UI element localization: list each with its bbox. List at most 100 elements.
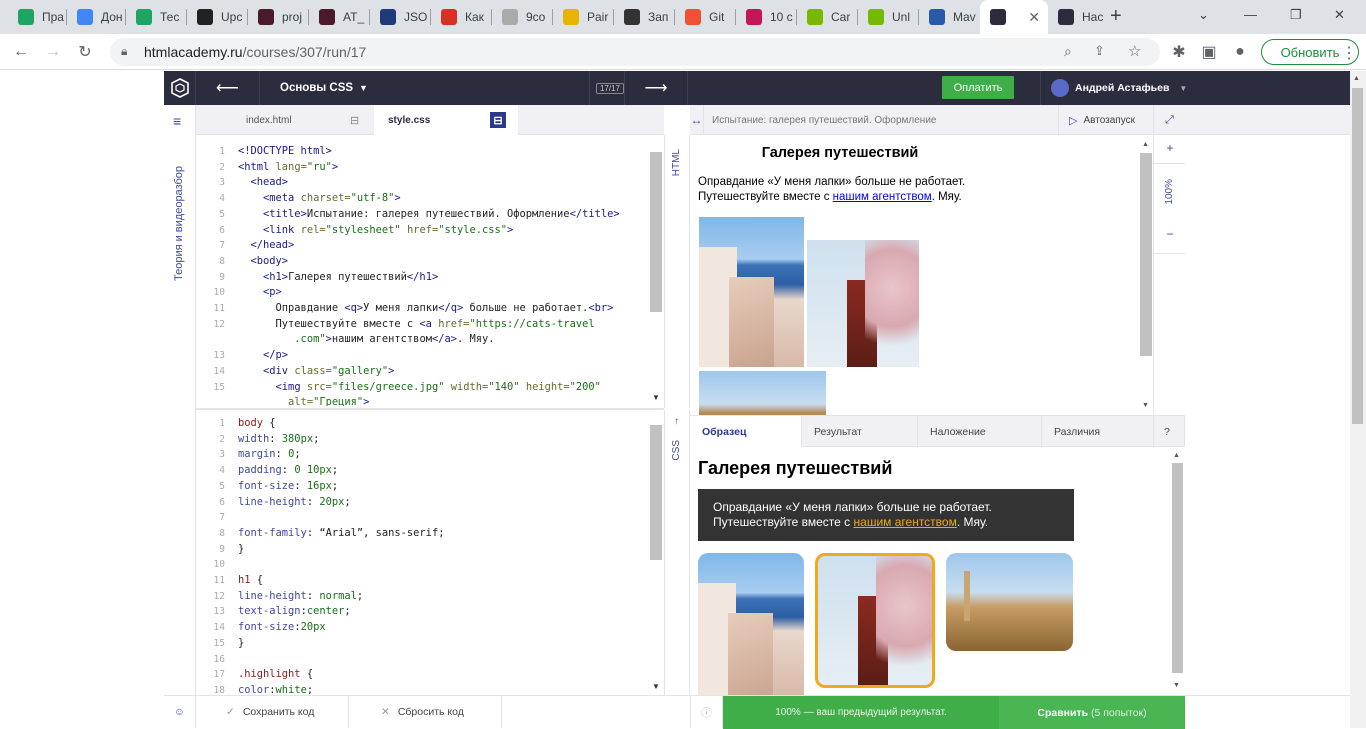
css-scroll-down-arrow-icon[interactable]: ▼ (652, 682, 660, 691)
bookmark-star-icon[interactable]: ☆ (1128, 42, 1141, 60)
tab-overlay[interactable]: Наложение (918, 416, 1042, 447)
browser-tab[interactable]: Зап (614, 0, 675, 34)
preview-line-1: Оправдание «У меня лапки» больше не рабо… (698, 176, 966, 188)
collapse-pane-icon[interactable]: ⊟ (350, 114, 359, 127)
html-line-number: 12 (213, 318, 225, 330)
html-pane-label[interactable]: HTML (671, 149, 682, 176)
close-window-icon[interactable]: ✕ (1334, 7, 1345, 23)
browser-tab[interactable]: 10 с (736, 0, 797, 34)
html-line-numbers: 1 2 3 4 5 6 7 8 9 10 11 12 13 14 15 (203, 144, 225, 406)
pay-button[interactable]: Оплатить (942, 76, 1014, 99)
collapse-pane-active-icon[interactable]: ⊟ (490, 112, 506, 128)
html-editor-scrollbar[interactable] (650, 152, 662, 312)
css-code-line: body { (238, 417, 276, 429)
restore-icon[interactable]: ❐ (1290, 7, 1302, 23)
yt-icon (258, 9, 274, 25)
next-step-arrow-icon[interactable]: ⟶ (624, 71, 688, 105)
browser-tab[interactable]: Pair (553, 0, 614, 34)
css-code-line: font-family: “Arial”, sans-serif; (238, 526, 445, 539)
user-name[interactable]: Андрей Астафьев (1075, 82, 1169, 94)
extensions-icon[interactable]: ✱ (1168, 41, 1190, 63)
sample-scroll-down-icon[interactable]: ▼ (1173, 682, 1180, 689)
html-code-line: Путешествуйте вместе с <a href="https://… (238, 317, 595, 330)
profile-icon[interactable]: ● (1229, 41, 1251, 63)
save-code-button[interactable]: ✓ Сохранить код (196, 696, 349, 728)
zoom-out-button[interactable]: − (1154, 227, 1186, 241)
browser-tab[interactable]: Mav (919, 0, 980, 34)
new-tab-icon[interactable]: + (1110, 5, 1122, 28)
expand-width-icon[interactable]: ↔ (690, 105, 703, 135)
close-tab-icon[interactable]: ✕ (1028, 9, 1040, 26)
browser-tab[interactable]: Пра (8, 0, 67, 34)
tab-sample[interactable]: Образец (690, 416, 802, 447)
help-button[interactable]: ? (1154, 416, 1185, 447)
tab-result[interactable]: Результат (802, 416, 918, 447)
zoom-search-icon[interactable]: ⌕ (1064, 43, 1072, 60)
html-line-number: 14 (213, 365, 225, 377)
tab-style-css[interactable]: style.css ⊟ (374, 105, 518, 135)
scroll-down-arrow-icon[interactable]: ▼ (652, 393, 660, 402)
page-scrollbar-thumb[interactable] (1352, 88, 1363, 424)
sample-scroll-up-icon[interactable]: ▲ (1173, 452, 1180, 459)
preview-scroll-down-icon[interactable]: ▼ (1142, 402, 1149, 409)
html-line-number: 9 (219, 271, 225, 283)
cross-icon: ✕ (381, 706, 390, 718)
chat-bot-icon[interactable]: ☺ (164, 696, 196, 728)
fullscreen-icon[interactable]: ⤢ (1153, 105, 1185, 135)
browser-tab[interactable]: Unl (858, 0, 919, 34)
tab-index-html[interactable]: index.html ⊟ (196, 105, 374, 135)
compare-button[interactable]: Сравнить (5 попыток) (999, 696, 1185, 729)
css-pane-label[interactable]: CSS (671, 440, 682, 461)
hamburger-menu-icon[interactable]: ≡ (173, 113, 181, 129)
zoom-controls: + 100% − (1153, 135, 1186, 415)
zoom-in-button[interactable]: + (1154, 141, 1186, 155)
info-icon[interactable]: ⓘ (690, 696, 723, 728)
autorun-toggle[interactable]: ▷ Автозапуск (1058, 105, 1153, 135)
preview-scroll-up-icon[interactable]: ▲ (1142, 141, 1149, 148)
expand-up-arrow-icon[interactable]: ↑ (674, 416, 679, 427)
browser-tab[interactable]: ✕ (980, 0, 1048, 34)
sample-scrollbar-thumb[interactable] (1172, 463, 1183, 673)
avatar[interactable] (1051, 79, 1069, 97)
css-code-line: .highlight { (238, 668, 314, 681)
side-panel-icon[interactable]: ▣ (1198, 41, 1220, 63)
step-counter: 17/17 (595, 82, 624, 94)
tab-diff[interactable]: Различия (1042, 416, 1154, 447)
tab-search-icon[interactable]: ⌄ (1198, 7, 1209, 23)
html-code-line: alt="Греция"> (288, 396, 370, 406)
academy-logo-icon[interactable] (164, 71, 196, 105)
address-bar[interactable]: 🔒︎ htmlacademy.ru/courses/307/run/17 ⌕ ⇪… (110, 38, 1160, 66)
prev-step-arrow-icon[interactable]: ⟵ (196, 71, 260, 105)
google-docs-icon (77, 9, 93, 25)
agency-link[interactable]: нашим агентством (833, 191, 932, 203)
browser-tab[interactable]: Как (431, 0, 492, 34)
browser-tab[interactable]: AT_ (309, 0, 370, 34)
theory-video-link[interactable]: Теория и видеоразбор (173, 151, 185, 281)
pane-divider[interactable] (196, 408, 664, 410)
browser-tab[interactable]: Car (797, 0, 858, 34)
share-icon[interactable]: ⇪ (1094, 43, 1105, 59)
reset-code-button[interactable]: ✕ Сбросить код (349, 696, 502, 728)
sample-agency-link[interactable]: нашим агентством (854, 515, 957, 529)
browser-tab[interactable]: Тес (126, 0, 187, 34)
preview-scrollbar-thumb[interactable] (1140, 153, 1152, 356)
browser-tab[interactable]: JSO (370, 0, 431, 34)
reload-icon[interactable]: ↻ (74, 41, 96, 63)
browser-tab-label: 9co (526, 10, 546, 24)
minimize-icon[interactable]: — (1244, 7, 1257, 22)
browser-tab[interactable]: Upc (187, 0, 248, 34)
tab-style-css-label: style.css (388, 114, 431, 126)
menu-kebab-icon[interactable]: ⋮ (1338, 42, 1360, 64)
forward-icon[interactable]: → (42, 41, 64, 63)
browser-tab[interactable]: Нас (1048, 0, 1116, 34)
browser-tab[interactable]: proj (248, 0, 309, 34)
html-code-editor[interactable]: <!DOCTYPE html> <html lang="ru"> <head> <… (238, 144, 650, 406)
css-code-line: padding: 0 10px; (238, 464, 339, 477)
css-code-editor[interactable]: body {width: 380px; margin: 0; padding: 0 … (238, 416, 650, 694)
back-icon[interactable]: ← (10, 41, 32, 63)
browser-tab[interactable]: Дон (67, 0, 126, 34)
browser-tab[interactable]: 9co (492, 0, 553, 34)
user-menu-chevron-icon[interactable]: ▼ (1179, 84, 1187, 93)
css-editor-scrollbar[interactable] (650, 425, 662, 560)
browser-tab[interactable]: Git (675, 0, 736, 34)
